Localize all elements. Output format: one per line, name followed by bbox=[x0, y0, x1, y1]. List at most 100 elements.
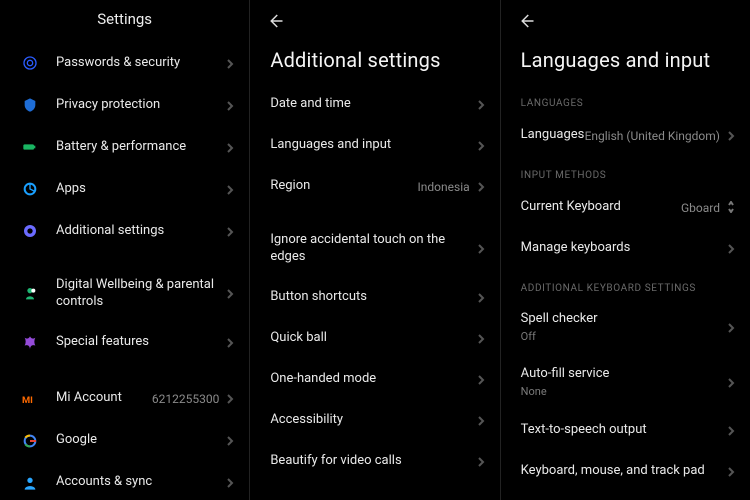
list-item[interactable]: Accounts & sync bbox=[0, 462, 249, 500]
page-title: Additional settings bbox=[270, 48, 479, 72]
list-item[interactable]: Apps bbox=[0, 168, 249, 210]
list-item[interactable]: MI Mi Account6212255300 bbox=[0, 378, 249, 420]
item-value: Indonesia bbox=[418, 180, 470, 194]
item-label: Current Keyboard bbox=[521, 199, 681, 216]
back-button[interactable] bbox=[501, 0, 551, 38]
settings-list: LanguagesEnglish (United Kingdom) bbox=[501, 115, 750, 156]
chevron-right-icon bbox=[225, 473, 235, 492]
additional-settings-panel: Additional settings Date and time Languag… bbox=[250, 0, 500, 500]
chevron-right-icon bbox=[225, 138, 235, 157]
item-label: Accessibility bbox=[270, 412, 475, 429]
list-item[interactable]: One-handed mode bbox=[250, 359, 499, 400]
list-item[interactable]: Date and time bbox=[250, 84, 499, 125]
languages-input-panel: Languages and input LANGUAGES LanguagesE… bbox=[501, 0, 750, 500]
list-item[interactable]: Auto-fill serviceNone bbox=[501, 355, 750, 410]
chevron-right-icon bbox=[225, 389, 235, 408]
item-label: Keyboard, mouse, and track pad bbox=[521, 463, 726, 480]
item-value: 6212255300 bbox=[152, 392, 219, 406]
divider bbox=[250, 207, 499, 221]
account-icon bbox=[20, 473, 40, 493]
chevron-right-icon bbox=[225, 333, 235, 352]
chevron-right-icon bbox=[726, 318, 736, 337]
list-item[interactable]: Digital Wellbeing & parental controls bbox=[0, 266, 249, 322]
chevron-right-icon bbox=[225, 284, 235, 303]
list-item[interactable]: Beautify for video calls bbox=[250, 441, 499, 482]
list-item[interactable]: Languages and input bbox=[250, 125, 499, 166]
apps-icon bbox=[20, 179, 40, 199]
item-label: Passwords & security bbox=[56, 55, 225, 72]
item-label: Manage keyboards bbox=[521, 240, 726, 257]
list-item[interactable]: Privacy protection bbox=[0, 84, 249, 126]
svg-text:MI: MI bbox=[22, 395, 33, 406]
list-item[interactable]: Ignore accidental touch on the edges bbox=[250, 221, 499, 277]
page-title: Languages and input bbox=[521, 48, 730, 72]
item-label: Digital Wellbeing & parental controls bbox=[56, 277, 225, 311]
item-label: Apps bbox=[56, 181, 225, 198]
list-item[interactable]: Keyboard, mouse, and track pad bbox=[501, 451, 750, 492]
list-item[interactable]: Accessibility bbox=[250, 400, 499, 441]
list-item[interactable]: Google bbox=[0, 420, 249, 462]
item-sublabel: None bbox=[521, 385, 726, 399]
list-item[interactable]: Current KeyboardGboard bbox=[501, 187, 750, 228]
chevron-right-icon bbox=[225, 96, 235, 115]
chevron-right-icon bbox=[476, 177, 486, 196]
item-value: English (United Kingdom) bbox=[585, 129, 720, 143]
list-item[interactable]: Text-to-speech output bbox=[501, 410, 750, 451]
item-label: Additional settings bbox=[56, 223, 225, 240]
chevron-right-icon bbox=[726, 373, 736, 392]
list-item[interactable]: Spell checkerOff bbox=[501, 300, 750, 355]
list-item[interactable]: Battery & performance bbox=[0, 126, 249, 168]
sort-icon bbox=[726, 198, 736, 217]
list-item[interactable]: RegionIndonesia bbox=[250, 166, 499, 207]
chevron-right-icon bbox=[476, 411, 486, 430]
divider bbox=[250, 482, 499, 496]
item-label: Region bbox=[270, 178, 417, 195]
list-item[interactable]: Passwords & security bbox=[0, 42, 249, 84]
chevron-right-icon bbox=[225, 180, 235, 199]
chevron-right-icon bbox=[726, 126, 736, 145]
privacy-icon bbox=[20, 95, 40, 115]
chevron-right-icon bbox=[225, 54, 235, 73]
chevron-right-icon bbox=[476, 288, 486, 307]
list-item[interactable]: Button shortcuts bbox=[250, 277, 499, 318]
item-label: Languages bbox=[521, 127, 585, 144]
battery-icon bbox=[20, 137, 40, 157]
list-item[interactable]: Enterprise mode bbox=[250, 496, 499, 500]
chevron-right-icon bbox=[225, 431, 235, 450]
item-label: Date and time bbox=[270, 96, 475, 113]
list-item[interactable]: Additional settings bbox=[0, 210, 249, 252]
chevron-right-icon bbox=[726, 421, 736, 440]
settings-list: Current KeyboardGboard Manage keyboards bbox=[501, 187, 750, 269]
page-title: Settings bbox=[0, 0, 249, 42]
settings-list: MI Mi Account6212255300 Google Accounts & s… bbox=[0, 378, 249, 500]
item-sublabel: Off bbox=[521, 330, 726, 344]
list-item[interactable]: Quick ball bbox=[250, 318, 499, 359]
wellbeing-icon bbox=[20, 284, 40, 304]
back-button[interactable] bbox=[250, 0, 300, 38]
chevron-right-icon bbox=[726, 462, 736, 481]
list-item[interactable]: LanguagesEnglish (United Kingdom) bbox=[501, 115, 750, 156]
google-icon bbox=[20, 431, 40, 451]
settings-list: Date and timeLanguages and inputRegionIn… bbox=[250, 84, 499, 207]
settings-list: Enterprise mode bbox=[250, 496, 499, 500]
divider bbox=[0, 364, 249, 378]
item-label: Mi Account bbox=[56, 390, 152, 407]
settings-panel: Settings Passwords & security Privacy pro… bbox=[0, 0, 250, 500]
item-label: Privacy protection bbox=[56, 97, 225, 114]
toggles-icon bbox=[20, 221, 40, 241]
section-header-input-methods: INPUT METHODS bbox=[501, 156, 750, 187]
section-header-additional: ADDITIONAL KEYBOARD SETTINGS bbox=[501, 269, 750, 300]
list-item[interactable]: Manage keyboards bbox=[501, 228, 750, 269]
list-item[interactable]: Special features bbox=[0, 322, 249, 364]
settings-list: Passwords & security Privacy protection Ba… bbox=[0, 42, 249, 252]
shield-icon bbox=[20, 53, 40, 73]
settings-list: Ignore accidental touch on the edgesButt… bbox=[250, 221, 499, 482]
chevron-right-icon bbox=[476, 452, 486, 471]
item-label: Accounts & sync bbox=[56, 474, 225, 491]
item-label: Special features bbox=[56, 334, 225, 351]
chevron-right-icon bbox=[476, 95, 486, 114]
item-label: Quick ball bbox=[270, 330, 475, 347]
chevron-right-icon bbox=[476, 329, 486, 348]
mi-icon: MI bbox=[20, 389, 40, 409]
item-label: Text-to-speech output bbox=[521, 422, 726, 439]
